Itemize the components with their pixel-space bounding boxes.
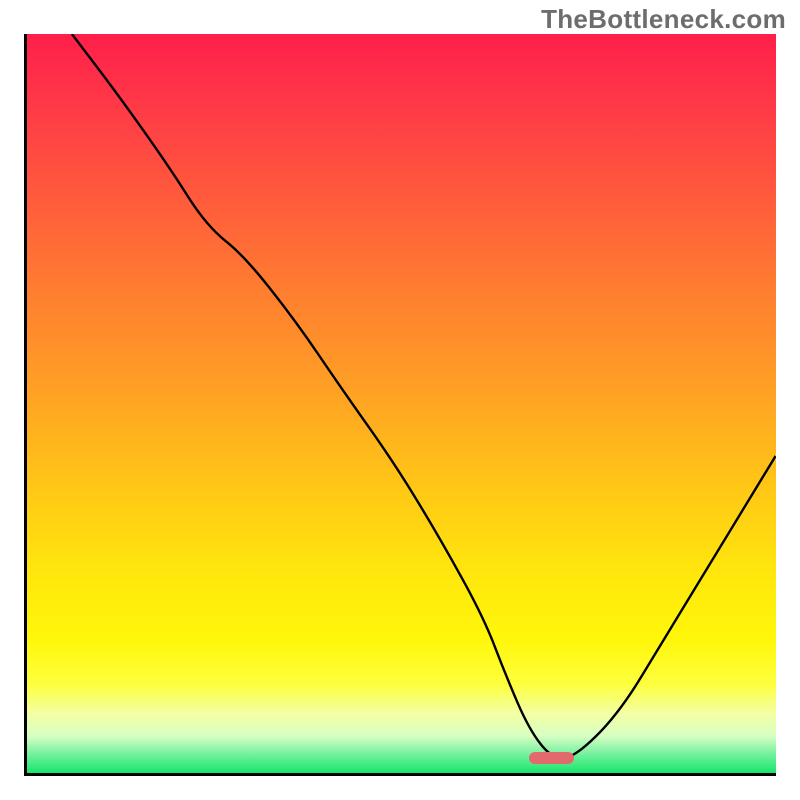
watermark-text: TheBottleneck.com	[541, 4, 786, 35]
plot-axes	[24, 34, 776, 776]
chart-container: TheBottleneck.com	[0, 0, 800, 800]
optimal-region-marker	[529, 752, 574, 764]
bottleneck-curve	[27, 34, 776, 773]
bottleneck-curve-path	[72, 34, 776, 758]
plot-inner	[27, 34, 776, 773]
